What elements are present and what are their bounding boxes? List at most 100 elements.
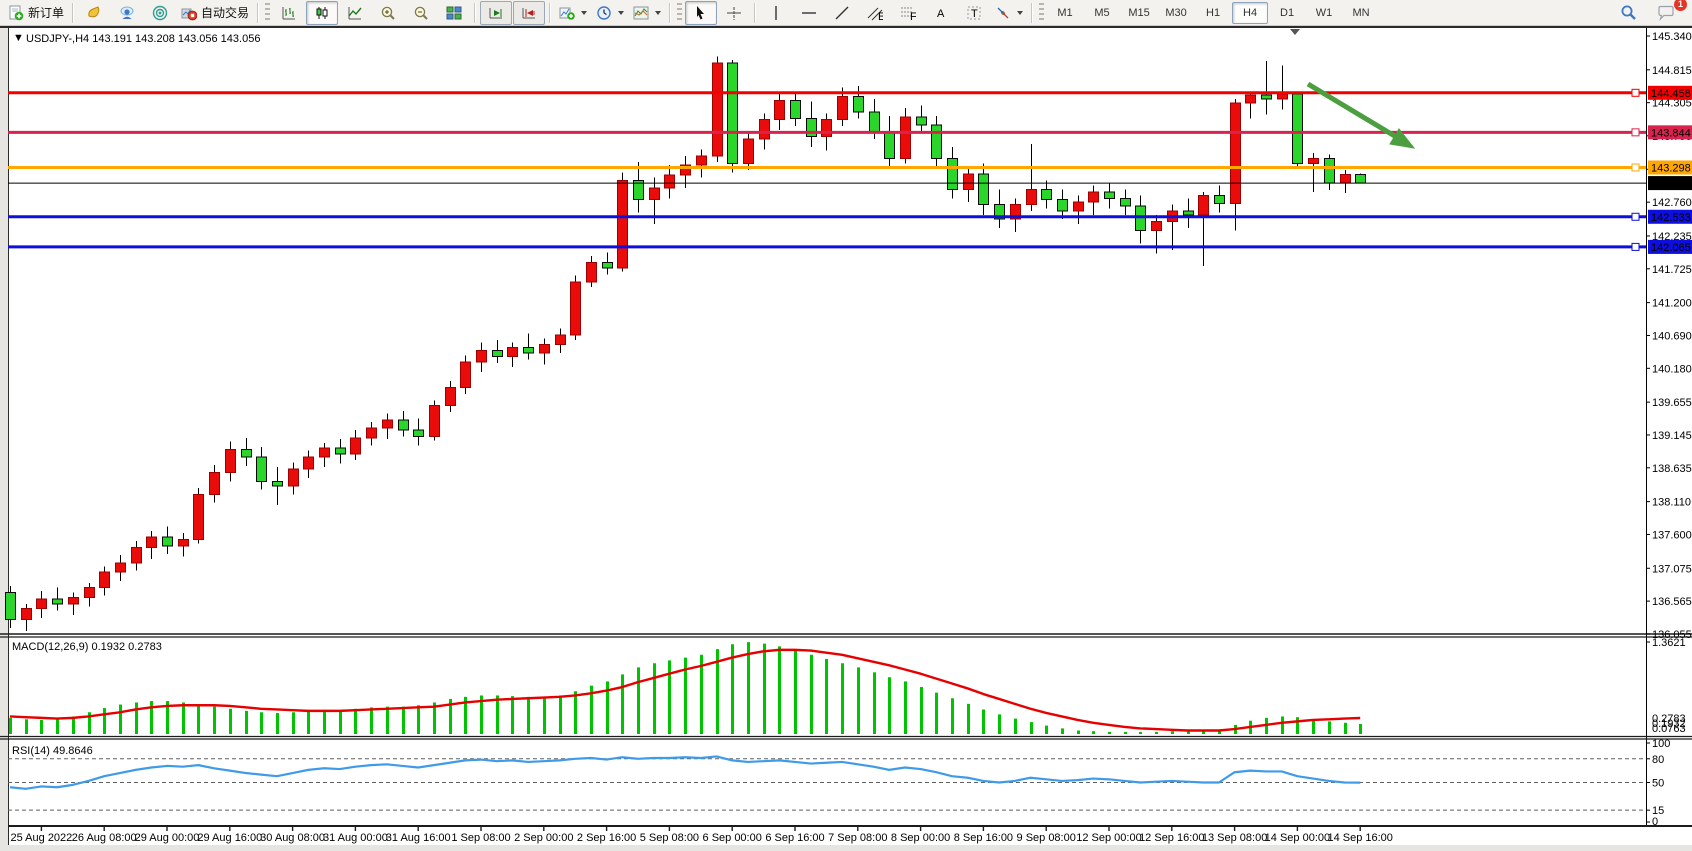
new-order-label: 新订单: [28, 4, 64, 21]
time-axis-label: 1 Sep 08:00: [451, 832, 510, 844]
zoom-in-button[interactable]: [372, 1, 404, 25]
new-order-button[interactable]: 新订单: [4, 1, 68, 25]
symbol-dropdown-marker[interactable]: ▼: [13, 32, 24, 44]
time-axis-label: 6 Sep 16:00: [765, 832, 824, 844]
candle-body: [242, 449, 252, 457]
candle-body: [1325, 158, 1335, 182]
crosshair-icon: [726, 5, 742, 21]
tile-windows-icon: [446, 5, 462, 21]
level-price-label: 144.458: [1651, 88, 1691, 100]
candle-body: [838, 97, 848, 120]
price-tick-label: 138.635: [1652, 463, 1692, 475]
price-tick-label: 140.690: [1652, 330, 1692, 342]
candle-body: [1246, 95, 1256, 103]
price-tick-label: 137.600: [1652, 529, 1692, 541]
auto-trading-button[interactable]: 自动交易: [177, 1, 253, 25]
time-axis-label: 9 Sep 08:00: [1017, 832, 1076, 844]
signals-button[interactable]: [144, 1, 176, 25]
horizontal-line-icon: [801, 5, 817, 21]
price-tick-label: 145.340: [1652, 31, 1692, 43]
indicators-button[interactable]: [555, 1, 591, 25]
tf-M30[interactable]: M30: [1158, 2, 1194, 24]
time-axis-label: 8 Sep 16:00: [954, 832, 1013, 844]
vps-button[interactable]: [78, 1, 110, 25]
tf-MN[interactable]: MN: [1343, 2, 1379, 24]
level-line-anchor[interactable]: [1632, 164, 1639, 171]
time-axis-label: 31 Aug 00:00: [323, 832, 388, 844]
chart-top-border: [0, 26, 1692, 28]
candle-body: [1058, 200, 1068, 212]
time-axis-label: 14 Sep 00:00: [1265, 832, 1330, 844]
candle-body: [320, 448, 330, 457]
candle-body: [775, 100, 785, 119]
bar-chart-button[interactable]: [273, 1, 305, 25]
periods-dropdown-arrow[interactable]: [618, 11, 624, 15]
candle-body: [650, 188, 660, 200]
candle-body: [744, 139, 754, 163]
candle-body: [69, 598, 79, 604]
bar-chart-icon: [281, 5, 297, 21]
toolbar-right-cluster: 1: [1612, 1, 1688, 25]
price-tick-label: 142.760: [1652, 197, 1692, 209]
candle-body: [493, 350, 503, 356]
tf-W1[interactable]: W1: [1306, 2, 1342, 24]
chat-button[interactable]: 1: [1650, 1, 1682, 25]
line-chart-button[interactable]: [339, 1, 371, 25]
chart-canvas[interactable]: 145.340144.815144.305143.790143.270142.7…: [0, 0, 1692, 851]
price-tick-label: 138.110: [1652, 497, 1691, 509]
vertical-line-tool-button[interactable]: [760, 1, 792, 25]
candle-body: [603, 263, 613, 268]
candle-body: [37, 599, 47, 609]
current-price-label: 143.056: [1651, 178, 1691, 190]
channel-tool-button[interactable]: E: [859, 1, 891, 25]
arrows-dropdown-arrow[interactable]: [1017, 11, 1023, 15]
tf-D1[interactable]: D1: [1269, 2, 1305, 24]
level-line-anchor[interactable]: [1632, 129, 1639, 136]
svg-text:E: E: [878, 11, 883, 21]
periods-button[interactable]: [592, 1, 628, 25]
tile-windows-button[interactable]: [438, 1, 470, 25]
level-price-label: 143.844: [1651, 127, 1691, 139]
arrows-tool-button[interactable]: [991, 1, 1027, 25]
level-line-anchor[interactable]: [1632, 213, 1639, 220]
time-axis-label: 6 Sep 00:00: [703, 832, 762, 844]
level-line-anchor[interactable]: [1632, 243, 1639, 250]
candle-body: [414, 430, 424, 436]
crosshair-tool-button[interactable]: [718, 1, 750, 25]
trendline-tool-button[interactable]: [826, 1, 858, 25]
horizontal-line-tool-button[interactable]: [793, 1, 825, 25]
auto-scroll-button[interactable]: [480, 1, 512, 25]
text-label-tool-button[interactable]: T: [958, 1, 990, 25]
zoom-out-button[interactable]: [405, 1, 437, 25]
fibonacci-tool-button[interactable]: F: [892, 1, 924, 25]
tf-M5[interactable]: M5: [1084, 2, 1120, 24]
indicators-dropdown-arrow[interactable]: [581, 11, 587, 15]
text-tool-button[interactable]: A: [925, 1, 957, 25]
level-line-anchor[interactable]: [1632, 89, 1639, 96]
community-button[interactable]: [111, 1, 143, 25]
tf-M1[interactable]: M1: [1047, 2, 1083, 24]
tf-H4[interactable]: H4: [1232, 2, 1268, 24]
candlestick-chart-button[interactable]: [306, 1, 338, 25]
templates-dropdown-arrow[interactable]: [655, 11, 661, 15]
candle-body: [116, 563, 126, 572]
search-button[interactable]: [1612, 1, 1644, 25]
trendline-icon: [834, 5, 850, 21]
bottom-chrome-strip: [0, 845, 1692, 851]
price-tick-label: 140.180: [1652, 363, 1692, 375]
time-axis-label: 5 Sep 08:00: [640, 832, 699, 844]
timeframe-bar: M1M5M15M30H1H4D1W1MN: [1047, 2, 1379, 24]
chart-shift-button[interactable]: [513, 1, 545, 25]
tf-M15[interactable]: M15: [1121, 2, 1157, 24]
time-axis-label: 29 Aug 16:00: [197, 832, 262, 844]
price-tick-label: 144.815: [1652, 65, 1692, 77]
templates-button[interactable]: [629, 1, 665, 25]
candle-body: [100, 572, 110, 587]
cursor-tool-button[interactable]: [685, 1, 717, 25]
candle-body: [1341, 174, 1351, 182]
candle-body: [665, 175, 675, 188]
tf-H1[interactable]: H1: [1195, 2, 1231, 24]
zoom-in-icon: [380, 5, 396, 21]
candle-body: [524, 348, 534, 353]
auto-trading-label: 自动交易: [201, 4, 249, 21]
